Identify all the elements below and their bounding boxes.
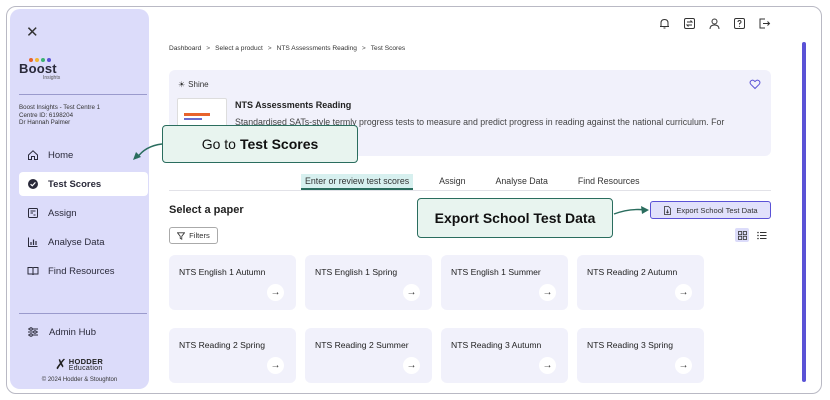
publisher-sub: Education xyxy=(68,364,103,372)
sidebar-item-label: Test Scores xyxy=(48,178,102,190)
view-toggle xyxy=(735,228,769,242)
breadcrumb-dashboard[interactable]: Dashboard xyxy=(169,45,201,52)
heart-icon[interactable] xyxy=(749,78,761,90)
paper-card[interactable]: NTS English 1 Spring → xyxy=(305,255,432,310)
breadcrumb: Dashboard > Select a product > NTS Asses… xyxy=(169,45,405,52)
copyright: © 2024 Hodder & Stoughton xyxy=(41,377,118,383)
arrow-right-icon[interactable]: → xyxy=(539,284,556,301)
list-view-icon[interactable] xyxy=(755,228,769,242)
product-title: NTS Assessments Reading xyxy=(235,100,352,110)
logo-sub: Insights xyxy=(43,75,61,81)
paper-card[interactable]: NTS English 1 Summer → xyxy=(441,255,568,310)
centre-id: Centre ID: 6198204 xyxy=(19,111,74,119)
user-name: Dr Hannah Palmer xyxy=(19,119,71,127)
sidebar-item-analyse-data[interactable]: Analyse Data xyxy=(19,230,148,254)
sidebar-item-label: Assign xyxy=(48,207,77,219)
check-circle-icon xyxy=(28,179,38,189)
paper-title: NTS Reading 2 Spring xyxy=(179,340,265,350)
paper-title: NTS English 1 Spring xyxy=(315,267,398,277)
logout-icon[interactable] xyxy=(758,17,771,30)
centre-info: Boost Insights - Test Centre 1 Centre ID… xyxy=(19,104,100,127)
paper-card[interactable]: NTS Reading 2 Autumn → xyxy=(577,255,704,310)
paper-card[interactable]: NTS Reading 2 Spring → xyxy=(169,328,296,383)
filters-label: Filters xyxy=(189,231,210,240)
breadcrumb-separator: > xyxy=(361,45,366,52)
sidebar: ✕ Boost Insights Boost Insights - Test C… xyxy=(10,9,149,389)
breadcrumb-product[interactable]: NTS Assessments Reading xyxy=(277,45,357,52)
tabs: Enter or review test scores Assign Analy… xyxy=(301,174,665,190)
boost-logo: Boost Insights xyxy=(19,58,79,88)
sidebar-item-label: Home xyxy=(48,149,74,161)
paper-card[interactable]: NTS Reading 3 Spring → xyxy=(577,328,704,383)
paper-title: NTS English 1 Summer xyxy=(451,267,541,277)
paper-card[interactable]: NTS Reading 2 Summer → xyxy=(305,328,432,383)
header-icons xyxy=(658,17,771,30)
paper-title: NTS Reading 2 Summer xyxy=(315,340,409,350)
filter-icon xyxy=(177,231,186,240)
callout-go-to-test-scores: Go to Test Scores xyxy=(162,125,358,163)
tab-assign[interactable]: Assign xyxy=(435,174,469,190)
breadcrumb-separator: > xyxy=(267,45,272,52)
sidebar-item-test-scores[interactable]: Test Scores xyxy=(19,172,148,196)
hodder-logo: ✗ HODDER Education xyxy=(55,356,103,373)
sun-icon: ☀ xyxy=(178,80,186,89)
sidebar-divider xyxy=(19,94,147,95)
tab-enter-review[interactable]: Enter or review test scores xyxy=(301,174,414,190)
breadcrumb-select-product[interactable]: Select a product xyxy=(215,45,263,52)
close-icon[interactable]: ✕ xyxy=(26,23,39,41)
callout-export: Export School Test Data xyxy=(417,198,613,238)
sidebar-nav: Home Test Scores Assign Analyse Data Fin… xyxy=(19,143,148,288)
sidebar-item-assign[interactable]: Assign xyxy=(19,201,148,225)
arrow-right-icon[interactable]: → xyxy=(267,357,284,374)
breadcrumb-separator: > xyxy=(206,45,211,52)
paper-card[interactable]: NTS English 1 Autumn → xyxy=(169,255,296,310)
centre-name: Boost Insights - Test Centre 1 xyxy=(19,104,101,111)
tabs-divider xyxy=(169,190,771,191)
bar-chart-icon xyxy=(28,237,38,247)
callout-prefix: Go to xyxy=(201,136,236,152)
publisher-word: HODDER xyxy=(68,356,104,366)
logo-word: Boost xyxy=(19,61,57,76)
tab-analyse-data[interactable]: Analyse Data xyxy=(492,174,552,190)
export-school-data-button[interactable]: Export School Test Data xyxy=(650,201,771,219)
help-icon[interactable] xyxy=(733,17,746,30)
paper-title: NTS Reading 2 Autumn xyxy=(587,267,678,277)
user-icon[interactable] xyxy=(708,17,721,30)
sidebar-item-label: Analyse Data xyxy=(48,236,105,248)
grid-view-icon[interactable] xyxy=(735,228,749,242)
admin-hub-label: Admin Hub xyxy=(49,326,96,338)
section-title: Select a paper xyxy=(169,204,244,216)
sidebar-item-find-resources[interactable]: Find Resources xyxy=(19,259,148,283)
callout-bold: Test Scores xyxy=(239,136,319,152)
switch-icon[interactable] xyxy=(683,17,696,30)
paper-title: NTS English 1 Autumn xyxy=(179,267,266,277)
sidebar-item-admin-hub[interactable]: Admin Hub xyxy=(27,326,96,338)
assign-icon xyxy=(28,208,38,218)
arrow-right-icon[interactable]: → xyxy=(675,357,692,374)
bell-icon[interactable] xyxy=(658,17,671,30)
tab-find-resources[interactable]: Find Resources xyxy=(574,174,644,190)
arrow-right-icon[interactable]: → xyxy=(267,284,284,301)
arrow-right-icon[interactable]: → xyxy=(403,284,420,301)
export-button-label: Export School Test Data xyxy=(676,205,758,215)
paper-card[interactable]: NTS Reading 3 Autumn → xyxy=(441,328,568,383)
hodder-mark-icon: ✗ xyxy=(55,356,67,372)
paper-title: NTS Reading 3 Spring xyxy=(587,340,673,350)
sidebar-divider xyxy=(19,313,147,314)
breadcrumb-current: Test Scores xyxy=(370,45,406,52)
download-file-icon xyxy=(664,205,672,215)
sliders-icon xyxy=(28,327,38,337)
arrow-right-icon[interactable]: → xyxy=(403,357,420,374)
filters-button[interactable]: Filters xyxy=(169,227,218,244)
paper-title: NTS Reading 3 Autumn xyxy=(451,340,542,350)
home-icon xyxy=(28,150,38,160)
arrow-right-icon[interactable]: → xyxy=(539,357,556,374)
brand-label: Shine xyxy=(188,80,209,89)
shine-brand: ☀ Shine xyxy=(178,80,209,89)
sidebar-item-label: Find Resources xyxy=(48,265,115,277)
scrollbar[interactable] xyxy=(802,42,806,382)
arrow-right-icon[interactable]: → xyxy=(675,284,692,301)
sidebar-item-home[interactable]: Home xyxy=(19,143,148,167)
book-icon xyxy=(27,267,39,276)
